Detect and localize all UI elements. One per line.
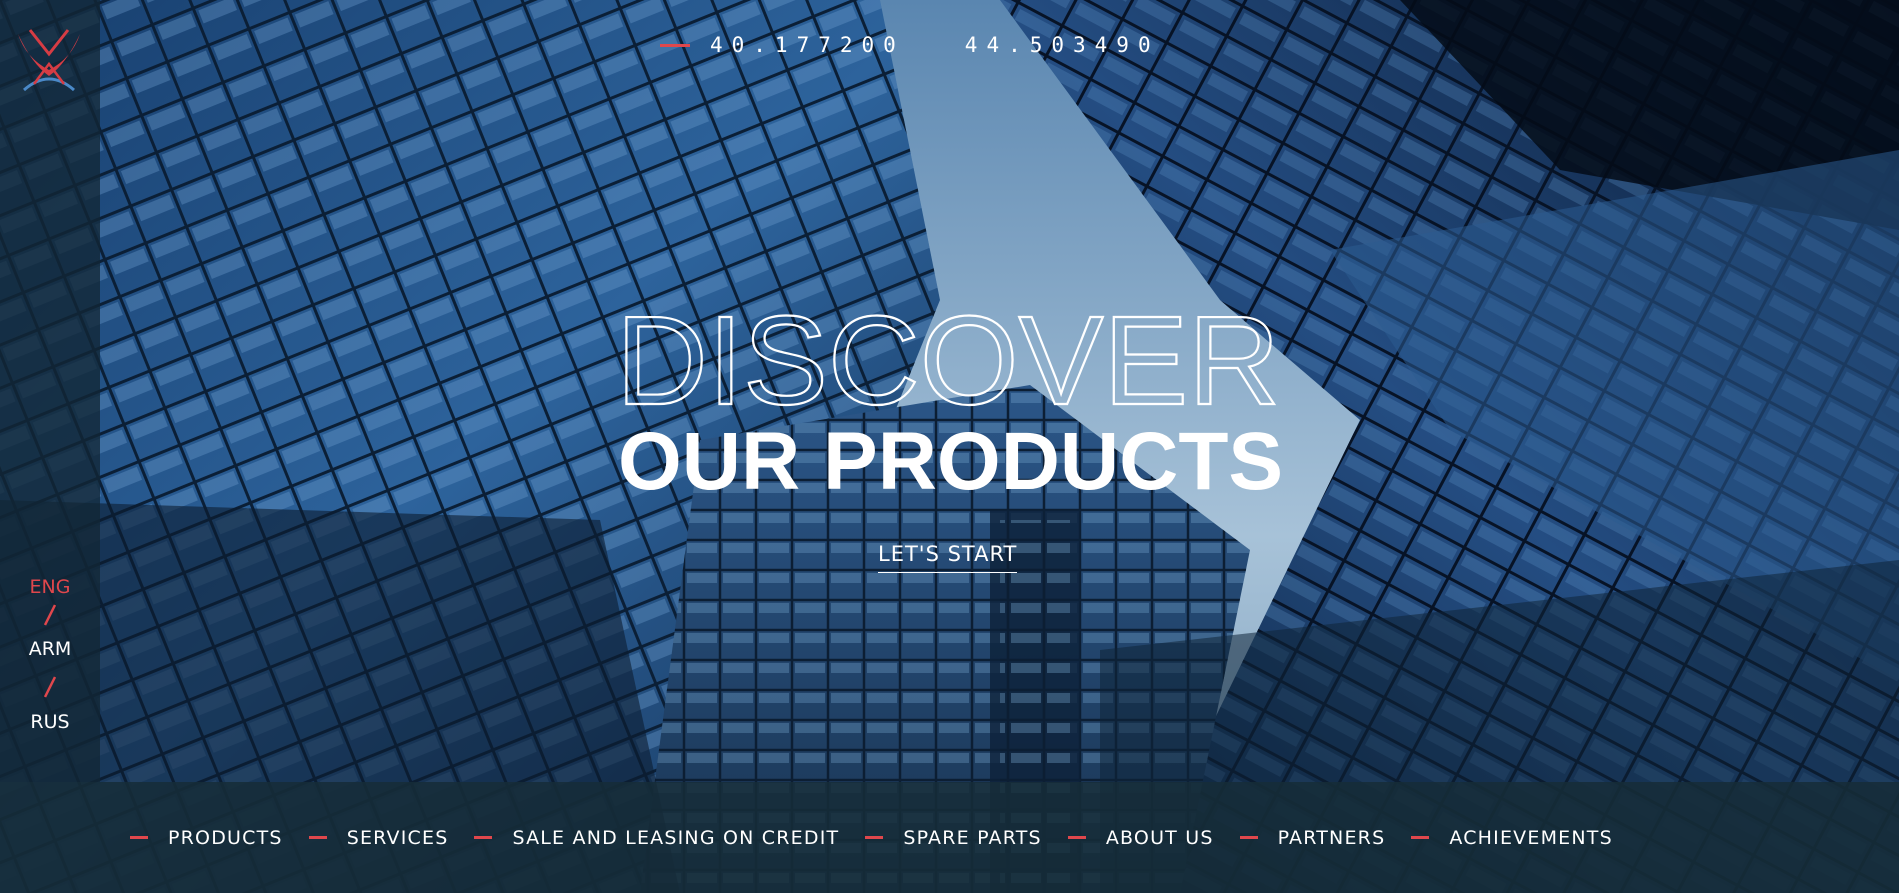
lets-start-link[interactable]: LET'S START [878, 542, 1018, 573]
nav-item-about-us[interactable]: ABOUT US [1067, 826, 1214, 849]
nav-item-spare-parts[interactable]: SPARE PARTS [865, 827, 1041, 849]
nav-item-label: PARTNERS [1277, 826, 1386, 849]
nav-item-partners[interactable]: PARTNERS [1239, 826, 1386, 849]
brand-logo-icon[interactable] [12, 24, 86, 94]
accent-dash [308, 836, 327, 839]
lang-arm[interactable]: ARM [0, 638, 100, 660]
nav-item-label: ACHIEVEMENTS [1449, 826, 1613, 849]
nav-item-label: SPARE PARTS [903, 826, 1042, 849]
nav-item-label: SALE AND LEASING ON CREDIT [512, 826, 840, 849]
nav-list: PRODUCTS SERVICES SALE AND LEASING ON CR… [130, 782, 1639, 893]
accent-dash [660, 43, 690, 47]
nav-item-label: ABOUT US [1105, 826, 1214, 849]
side-rail [0, 0, 100, 782]
landing-page: ENG ARM RUS 40.177200 44.503490 DISCOVER… [0, 0, 1899, 893]
lang-separator-icon [44, 676, 56, 698]
hero-title-outline: DISCOVER [616, 296, 1281, 416]
accent-dash [1067, 836, 1086, 839]
lang-rus[interactable]: RUS [0, 711, 100, 733]
latitude-value: 40.177200 [710, 33, 905, 57]
location-coordinates: 40.177200 44.503490 [660, 30, 1160, 60]
accent-dash [1239, 836, 1258, 839]
hero-title-outline-text: DISCOVER [616, 296, 1280, 416]
accent-dash [474, 836, 493, 839]
nav-item-label: PRODUCTS [168, 826, 283, 849]
accent-dash [1411, 836, 1430, 839]
lang-eng[interactable]: ENG [0, 576, 100, 598]
accent-dash [865, 836, 884, 839]
nav-item-label: SERVICES [346, 826, 449, 849]
hero-title-solid: OUR PRODUCTS [618, 416, 1284, 507]
accent-dash [130, 836, 148, 839]
nav-item-achievements[interactable]: ACHIEVEMENTS [1411, 827, 1613, 849]
nav-item-services[interactable]: SERVICES [308, 826, 449, 849]
bottom-navigation: PRODUCTS SERVICES SALE AND LEASING ON CR… [0, 782, 1899, 893]
nav-item-products[interactable]: PRODUCTS [130, 827, 283, 849]
lang-separator-icon [44, 604, 56, 626]
nav-item-sale-and-leasing[interactable]: SALE AND LEASING ON CREDIT [474, 827, 839, 849]
longitude-value: 44.503490 [964, 33, 1160, 57]
